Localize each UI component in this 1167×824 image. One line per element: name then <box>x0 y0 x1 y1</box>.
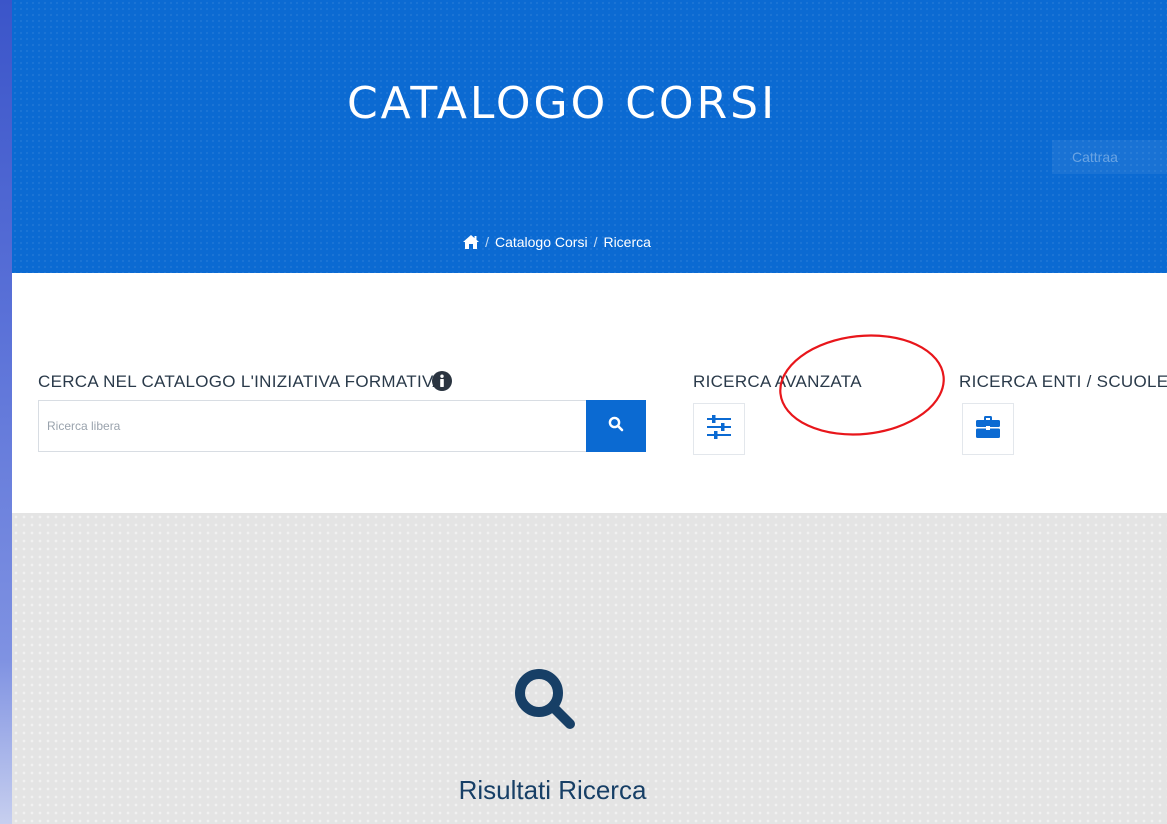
left-decorative-strip <box>0 0 12 824</box>
advanced-search-button[interactable] <box>693 403 745 455</box>
entities-search-button[interactable] <box>962 403 1014 455</box>
results-search-icon <box>510 664 580 738</box>
search-box <box>38 400 646 452</box>
breadcrumb: / Catalogo Corsi / Ricerca <box>12 234 1102 252</box>
results-area: Risultati Ricerca <box>12 513 1167 824</box>
sliders-icon <box>706 415 732 443</box>
search-input[interactable] <box>39 401 594 451</box>
search-button[interactable] <box>586 400 646 452</box>
search-icon <box>608 416 624 436</box>
breadcrumb-separator: / <box>593 234 598 250</box>
briefcase-icon <box>976 416 1000 442</box>
entities-search-label: RICERCA ENTI / SCUOLE <box>959 372 1167 391</box>
page-header: CATALOGO CORSI Cattraa / Catalogo Corsi / R… <box>12 0 1167 273</box>
home-icon[interactable] <box>463 235 480 252</box>
breadcrumb-item-ricerca: Ricerca <box>603 234 651 250</box>
info-icon[interactable] <box>432 371 452 395</box>
breadcrumb-separator: / <box>485 234 489 250</box>
header-faint-text: Cattraa <box>1052 140 1167 174</box>
search-label: CERCA NEL CATALOGO L'INIZIATIVA FORMATIV… <box>38 372 444 391</box>
page-title: CATALOGO CORSI <box>346 78 778 129</box>
advanced-search-label: RICERCA AVANZATA <box>693 372 862 391</box>
search-section: CERCA NEL CATALOGO L'INIZIATIVA FORMATIV… <box>12 273 1167 513</box>
breadcrumb-item-catalogo[interactable]: Catalogo Corsi <box>495 234 588 250</box>
results-title: Risultati Ricerca <box>458 775 647 805</box>
